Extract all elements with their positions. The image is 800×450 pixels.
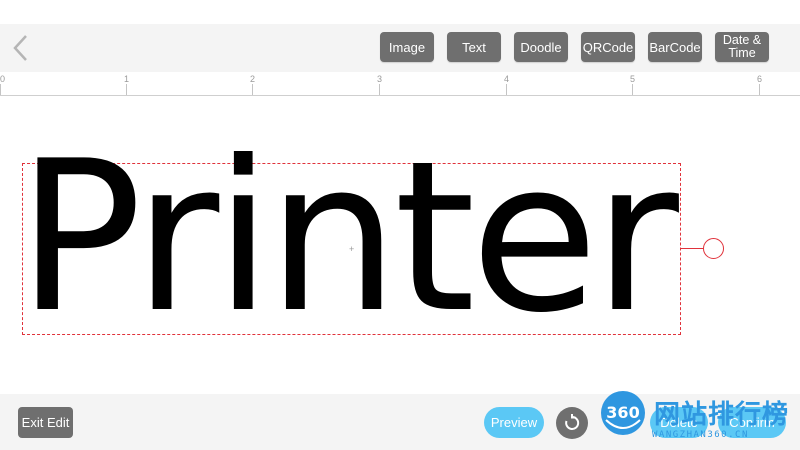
ruler-number: 0 xyxy=(0,74,6,84)
barcode-button[interactable]: BarCode xyxy=(648,32,702,62)
watermark: 360 网站排行榜 WANGZHAN360.CN xyxy=(592,386,800,450)
ruler-number: 5 xyxy=(630,74,636,84)
rotate-button[interactable] xyxy=(556,407,588,439)
watermark-logo-icon: 360 xyxy=(601,391,645,435)
rotate-handle[interactable] xyxy=(703,238,724,259)
status-strip xyxy=(0,0,800,24)
image-button[interactable]: Image xyxy=(380,32,434,62)
rotate-icon xyxy=(565,414,580,430)
ruler-tick xyxy=(0,84,1,95)
exit-edit-button[interactable]: Exit Edit xyxy=(18,407,73,438)
rotate-handle-line xyxy=(681,248,704,249)
date-time-button[interactable]: Date & Time xyxy=(715,32,769,62)
ruler: 0 1 2 3 4 5 6 xyxy=(0,72,800,96)
doodle-button[interactable]: Doodle xyxy=(514,32,568,62)
ruler-tick xyxy=(632,84,633,95)
ruler-number: 6 xyxy=(757,74,763,84)
ruler-number: 4 xyxy=(504,74,510,84)
ruler-tick xyxy=(379,84,380,95)
ruler-tick xyxy=(126,84,127,95)
watermark-subtitle: WANGZHAN360.CN xyxy=(652,430,749,440)
watermark-title: 网站排行榜 xyxy=(654,400,790,430)
text-element[interactable]: Printer + xyxy=(17,134,681,342)
ruler-tick xyxy=(252,84,253,95)
text-button[interactable]: Text xyxy=(447,32,501,62)
qrcode-button[interactable]: QRCode xyxy=(581,32,635,62)
top-toolbar: Image Text Doodle QRCode BarCode Date & … xyxy=(0,24,800,72)
chevron-left-icon xyxy=(13,35,27,61)
preview-button[interactable]: Preview xyxy=(484,407,544,438)
ruler-tick xyxy=(506,84,507,95)
ruler-number: 3 xyxy=(377,74,383,84)
ruler-number: 1 xyxy=(124,74,130,84)
center-marker: + xyxy=(349,244,355,254)
ruler-number: 2 xyxy=(250,74,256,84)
text-element-content[interactable]: Printer xyxy=(17,134,679,342)
watermark-logo-text: 360 xyxy=(606,403,639,422)
ruler-tick xyxy=(759,84,760,95)
back-button[interactable] xyxy=(8,32,34,64)
label-canvas[interactable]: Printer + xyxy=(0,96,800,394)
